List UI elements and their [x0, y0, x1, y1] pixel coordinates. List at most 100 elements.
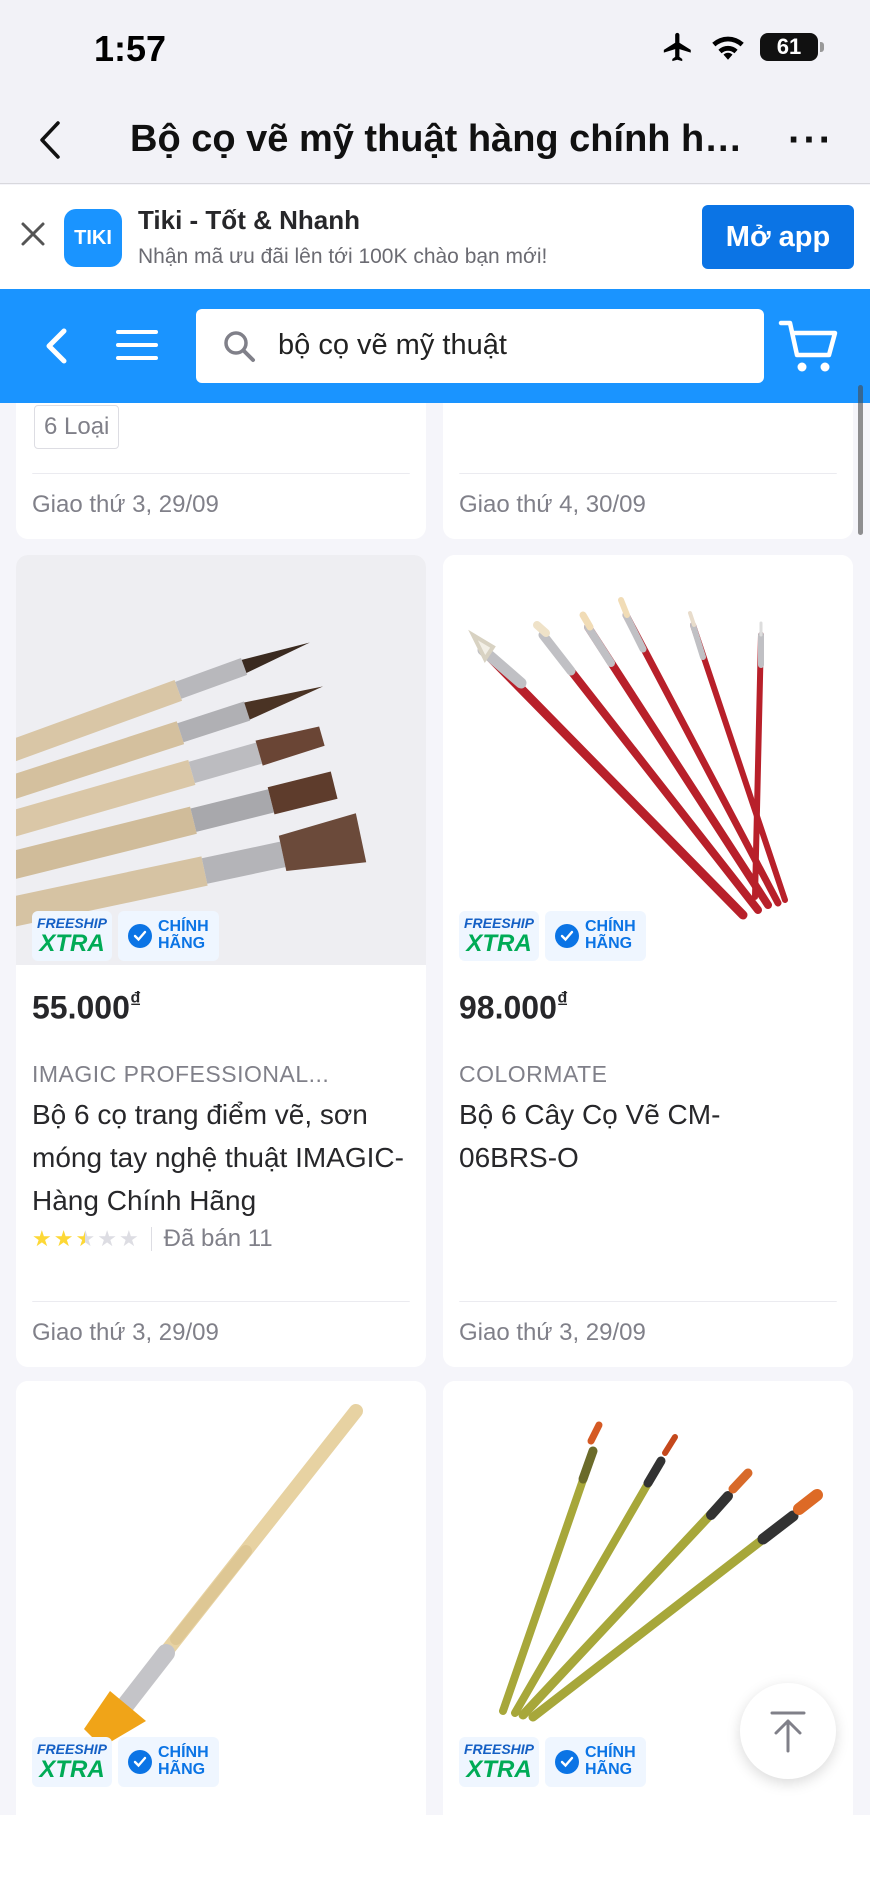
wifi-icon — [712, 36, 744, 60]
divider — [150, 1227, 152, 1251]
freeship-label: FREESHIP — [463, 1741, 534, 1757]
product-card[interactable]: 6 Loại Giao thứ 3, 29/09 — [16, 403, 426, 539]
freeship-xtra-badge: FREESHIP XTRA — [459, 1737, 539, 1787]
check-icon — [128, 1750, 152, 1774]
star-half-icon: ★ — [75, 1226, 96, 1251]
product-price: 55.000₫ — [32, 987, 141, 1027]
browser-nav-bar: Bộ cọ vẽ mỹ thuật hàng chính hãng... ··· — [0, 96, 870, 184]
badge-row: FREESHIP XTRA CHÍNH HÃNG — [459, 1737, 646, 1787]
xtra-label: XTRA — [466, 930, 532, 957]
open-app-button[interactable]: Mở app — [702, 205, 854, 269]
currency-symbol: ₫ — [556, 987, 569, 1012]
genuine-line2: HÃNG — [585, 935, 633, 952]
delivery-text: Giao thứ 3, 29/09 — [32, 1319, 219, 1346]
check-icon — [555, 924, 579, 948]
product-price: 98.000₫ — [459, 987, 568, 1027]
genuine-line1: CHÍNH — [158, 918, 209, 936]
star-icon: ★ — [97, 1226, 117, 1251]
genuine-badge: CHÍNH HÃNG — [118, 1737, 219, 1787]
genuine-line1: CHÍNH — [585, 1744, 636, 1762]
delivery-text: Giao thứ 4, 30/09 — [459, 491, 646, 518]
delivery-text: Giao thứ 3, 29/09 — [32, 491, 219, 518]
status-bar: 1:57 61 — [0, 0, 870, 96]
product-card[interactable]: FREESHIP XTRA CHÍNH HÃNG — [16, 1381, 426, 1815]
product-card[interactable]: FREESHIP XTRA CHÍNH HÃNG 98.000₫ COLORMAT… — [443, 555, 853, 1367]
freeship-label: FREESHIP — [36, 915, 107, 931]
search-input[interactable]: bộ cọ vẽ mỹ thuật — [196, 309, 764, 383]
check-icon — [128, 924, 152, 948]
arrow-up-icon — [770, 1711, 806, 1753]
browser-back-button[interactable] — [38, 116, 78, 164]
close-icon[interactable] — [18, 219, 48, 249]
product-grid: 6 Loại Giao thứ 3, 29/09 Giao thứ 4, 30/… — [0, 403, 870, 1815]
badge-row: FREESHIP XTRA CHÍNH HÃNG — [32, 911, 219, 961]
scroll-to-top-button[interactable] — [740, 1683, 836, 1779]
xtra-label: XTRA — [466, 1756, 532, 1783]
search-header: bộ cọ vẽ mỹ thuật — [0, 289, 870, 403]
search-icon — [224, 331, 255, 362]
currency-symbol: ₫ — [129, 987, 142, 1012]
genuine-label: CHÍNH HÃNG — [158, 1744, 209, 1779]
price-value: 98.000 — [459, 989, 557, 1026]
status-icons: 61 — [660, 30, 824, 64]
badge-row: FREESHIP XTRA CHÍNH HÃNG — [32, 1737, 219, 1787]
genuine-label: CHÍNH HÃNG — [585, 918, 636, 953]
freeship-xtra-badge: FREESHIP XTRA — [459, 911, 539, 961]
genuine-badge: CHÍNH HÃNG — [118, 911, 219, 961]
banner-title: Tiki - Tốt & Nhanh — [138, 205, 360, 235]
badge-row: FREESHIP XTRA CHÍNH HÃNG — [459, 911, 646, 961]
genuine-line2: HÃNG — [158, 935, 206, 952]
xtra-label: XTRA — [39, 1756, 105, 1783]
genuine-line1: CHÍNH — [158, 1744, 209, 1762]
star-icon: ★ — [118, 1226, 139, 1251]
genuine-label: CHÍNH HÃNG — [158, 918, 209, 953]
product-brand: COLORMATE — [459, 1061, 608, 1087]
search-query: bộ cọ vẽ mỹ thuật — [278, 329, 507, 361]
app-install-banner: TIKI Tiki - Tốt & Nhanh Nhận mã ưu đãi l… — [0, 185, 870, 289]
genuine-line1: CHÍNH — [585, 918, 636, 936]
variant-tag: 6 Loại — [34, 405, 120, 449]
product-name: Bộ 6 Cây Cọ Vẽ CM-06BRS-O — [459, 1099, 721, 1173]
back-arrow-icon[interactable] — [40, 323, 72, 369]
genuine-line2: HÃNG — [585, 1761, 633, 1778]
divider — [459, 473, 837, 474]
freeship-xtra-badge: FREESHIP XTRA — [32, 1737, 112, 1787]
freeship-label: FREESHIP — [463, 915, 534, 931]
freeship-label: FREESHIP — [36, 1741, 107, 1757]
chevron-left-icon — [40, 121, 60, 159]
more-menu-button[interactable]: ··· — [788, 120, 834, 160]
price-value: 55.000 — [32, 989, 130, 1026]
check-icon — [555, 1750, 579, 1774]
scrollbar[interactable] — [858, 385, 863, 535]
product-brand: IMAGIC PROFESSIONAL... — [32, 1061, 330, 1087]
delivery-text: Giao thứ 3, 29/09 — [459, 1319, 646, 1346]
divider — [32, 1301, 410, 1302]
star-icon: ★ — [32, 1226, 52, 1251]
star-icon: ★ — [53, 1226, 74, 1251]
banner-subtitle: Nhận mã ưu đãi lên tới 100K chào bạn mới… — [138, 245, 548, 268]
product-name: Bộ 6 cọ trang điểm vẽ, sơn móng tay nghệ… — [32, 1099, 404, 1216]
status-time: 1:57 — [94, 28, 167, 69]
genuine-label: CHÍNH HÃNG — [585, 1744, 636, 1779]
rating-row: ★ ★ ★ ★ ★ Đã bán 11 — [32, 1225, 273, 1253]
product-card[interactable]: FREESHIP XTRA CHÍNH HÃNG 55.000₫ IMAGIC P… — [16, 555, 426, 1367]
freeship-xtra-badge: FREESHIP XTRA — [32, 911, 112, 961]
divider — [459, 1301, 837, 1302]
genuine-line2: HÃNG — [158, 1761, 206, 1778]
tiki-logo: TIKI — [64, 209, 122, 267]
page-title: Bộ cọ vẽ mỹ thuật hàng chính hãng... — [130, 118, 750, 160]
xtra-label: XTRA — [39, 930, 105, 957]
genuine-badge: CHÍNH HÃNG — [545, 911, 646, 961]
airplane-icon — [663, 32, 691, 62]
genuine-badge: CHÍNH HÃNG — [545, 1737, 646, 1787]
cart-icon[interactable] — [778, 315, 840, 377]
hamburger-menu-icon[interactable] — [116, 329, 158, 361]
product-image — [443, 555, 853, 965]
product-card[interactable]: Giao thứ 4, 30/09 — [443, 403, 853, 539]
product-image — [16, 1381, 426, 1791]
product-image — [16, 555, 426, 965]
sold-count: Đã bán 11 — [163, 1225, 273, 1252]
divider — [32, 473, 410, 474]
bottom-safe-area — [0, 1815, 870, 1883]
battery-icon: 61 — [760, 33, 824, 61]
